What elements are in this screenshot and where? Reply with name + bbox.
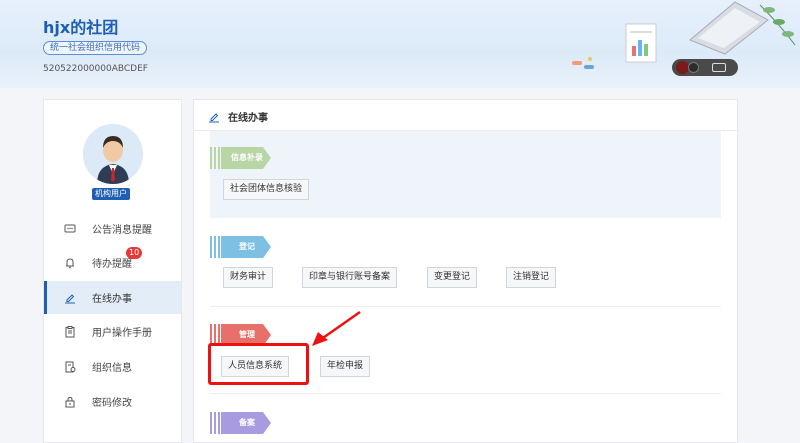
credit-code-value: 520522000000ABCDEF — [43, 64, 148, 74]
main-panel: 在线办事 信息补录 社会团体信息核验 登记 财务审计 印章与银行账号备案 变更登… — [193, 99, 738, 443]
edit-icon — [64, 292, 76, 304]
sidebar-item-manual[interactable]: 用户操作手册 — [44, 315, 181, 348]
avatar — [83, 124, 143, 184]
todo-count-badge: 10 — [126, 247, 143, 259]
section-divider — [210, 393, 721, 394]
header-banner: hjx的社团 统一社会组织信用代码 520522000000ABCDEF — [0, 0, 800, 88]
sidebar-item-org-info[interactable]: 组织信息 — [44, 350, 181, 383]
sidebar-item-label: 公告消息提醒 — [92, 225, 152, 236]
sidebar-item-label: 密码修改 — [92, 398, 132, 409]
seal-bank-filing-button[interactable]: 印章与银行账号备案 — [302, 267, 398, 288]
sidebar-item-label: 用户操作手册 — [92, 328, 152, 339]
credit-code-label: 统一社会组织信用代码 — [43, 41, 148, 55]
org-info-icon — [64, 361, 76, 373]
user-avatar-icon — [83, 124, 143, 184]
section-label: 登记 — [239, 242, 255, 251]
verify-org-info-button[interactable]: 社会团体信息核验 — [223, 179, 310, 200]
section-label: 备案 — [239, 418, 255, 427]
manual-icon — [64, 325, 76, 338]
lock-icon — [64, 396, 76, 408]
financial-audit-button[interactable]: 财务审计 — [223, 267, 274, 288]
highlight-box — [208, 343, 309, 385]
sidebar-item-label: 待办提醒 — [92, 259, 132, 270]
sidebar: 机构用户 公告消息提醒 待办提醒 10 在线办事 用户操作手册 组织信息 密码修… — [43, 99, 182, 443]
red-arrow-icon — [312, 310, 361, 346]
edit-icon — [209, 112, 219, 122]
page-title-text: 在线办事 — [228, 113, 268, 124]
change-registration-button[interactable]: 变更登记 — [427, 267, 478, 288]
user-role-badge: 机构用户 — [92, 188, 130, 200]
plant-decoration-icon — [759, 4, 796, 46]
page-title: 在线办事 — [208, 109, 268, 124]
pills-decoration-icon — [572, 57, 594, 69]
document-decoration-icon — [625, 23, 657, 63]
bell-icon — [64, 257, 76, 269]
section-info-supplement: 信息补录 社会团体信息核验 — [210, 131, 721, 218]
sidebar-item-label: 在线办事 — [92, 294, 132, 305]
sidebar-item-todo[interactable]: 待办提醒 10 — [44, 246, 181, 279]
sidebar-item-label: 组织信息 — [92, 363, 132, 374]
toggle-decoration — [672, 59, 738, 76]
section-divider — [210, 306, 721, 307]
message-icon — [64, 223, 76, 235]
cancel-registration-button[interactable]: 注销登记 — [506, 267, 557, 288]
sidebar-item-announcements[interactable]: 公告消息提醒 — [44, 212, 181, 245]
sidebar-item-password[interactable]: 密码修改 — [44, 385, 181, 418]
sidebar-item-online-service[interactable]: 在线办事 — [44, 281, 181, 314]
org-name: hjx的社团 — [43, 18, 119, 37]
section-label: 信息补录 — [231, 153, 263, 162]
annual-inspection-button[interactable]: 年检申报 — [320, 356, 371, 377]
